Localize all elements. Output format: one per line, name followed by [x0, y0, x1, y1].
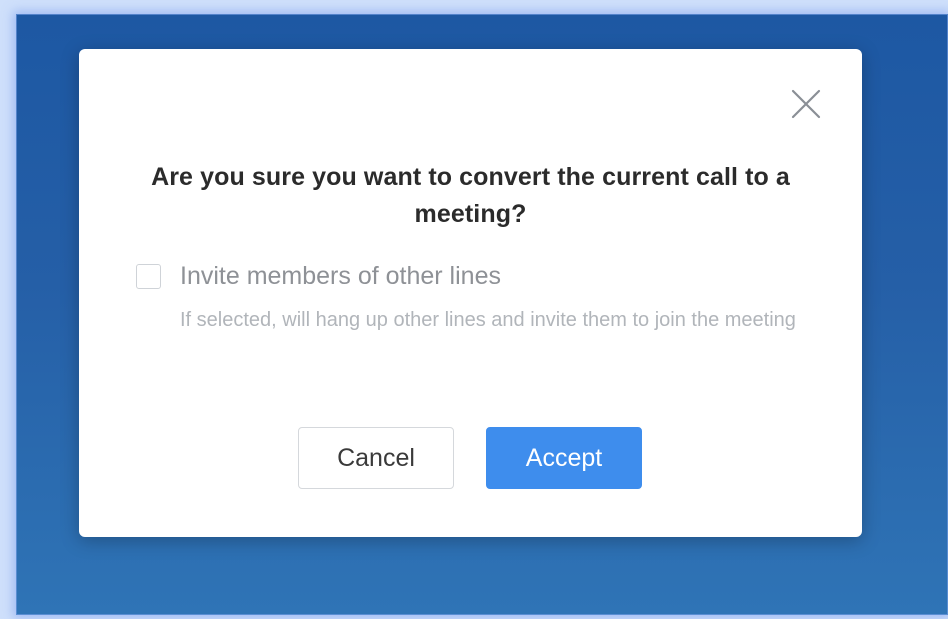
accept-button[interactable]: Accept [486, 427, 642, 489]
cancel-button[interactable]: Cancel [298, 427, 454, 489]
screen-frame: Are you sure you want to convert the cur… [0, 0, 948, 619]
close-button[interactable] [787, 85, 825, 123]
invite-members-label[interactable]: Invite members of other lines [180, 259, 501, 293]
invite-members-hint: If selected, will hang up other lines an… [180, 309, 796, 331]
close-icon [791, 89, 821, 119]
dialog-title: Are you sure you want to convert the cur… [151, 163, 790, 228]
convert-to-meeting-dialog: Are you sure you want to convert the cur… [79, 49, 862, 537]
invite-members-checkbox[interactable] [136, 264, 161, 289]
